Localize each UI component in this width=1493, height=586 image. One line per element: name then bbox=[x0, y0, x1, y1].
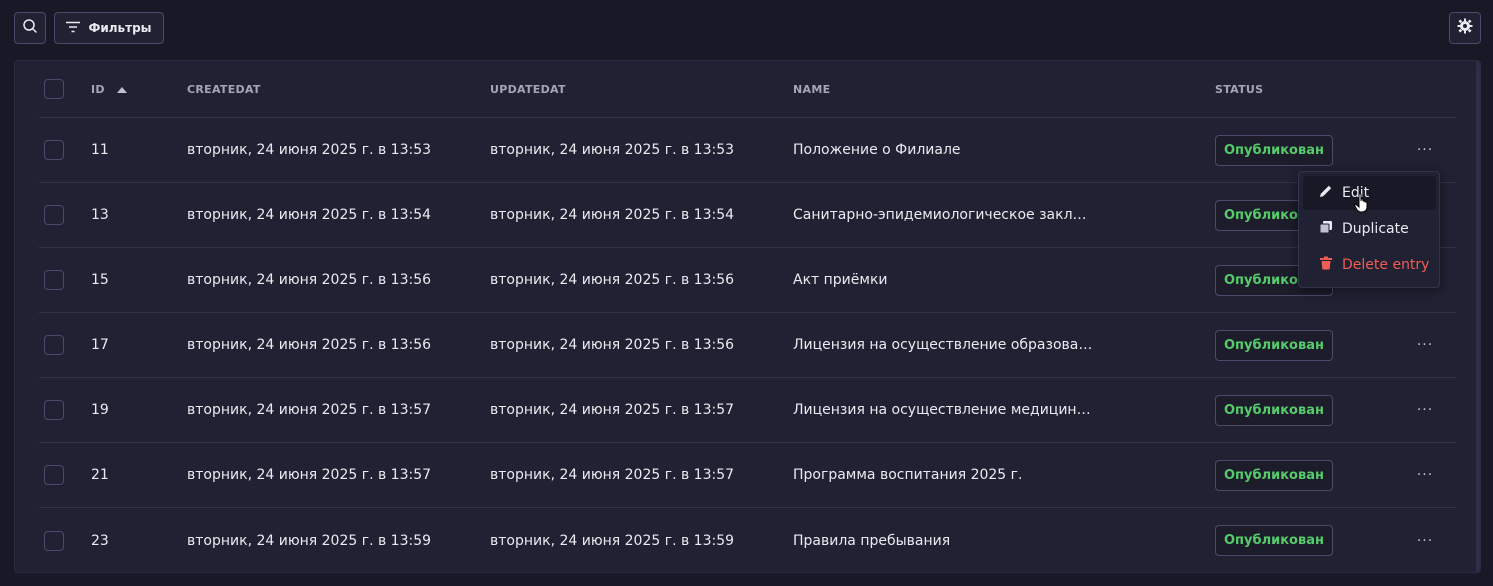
select-all-checkbox[interactable] bbox=[44, 79, 64, 99]
row-checkbox[interactable] bbox=[44, 140, 64, 160]
more-actions-button[interactable]: ··· bbox=[1415, 531, 1435, 551]
table-row[interactable]: 13 вторник, 24 июня 2025 г. в 13:54 вторни… bbox=[39, 183, 1456, 248]
status-badge: Опубликован bbox=[1215, 329, 1333, 361]
toolbar: Фильтры bbox=[0, 0, 1493, 60]
cell-createdat: вторник, 24 июня 2025 г. в 13:57 bbox=[187, 402, 432, 418]
cell-updatedat: вторник, 24 июня 2025 г. в 13:57 bbox=[490, 467, 735, 483]
cell-name: Положение о Филиале bbox=[793, 142, 961, 158]
duplicate-menu-item[interactable]: Duplicate bbox=[1303, 212, 1436, 246]
table-row[interactable]: 19 вторник, 24 июня 2025 г. в 13:57 вторни… bbox=[39, 378, 1456, 443]
row-checkbox[interactable] bbox=[44, 530, 64, 551]
filters-button[interactable]: Фильтры bbox=[54, 12, 164, 44]
cell-name: Акт приёмки bbox=[793, 272, 888, 288]
cell-name: Санитарно-эпидемиологическое заключен… bbox=[793, 207, 1093, 223]
cell-id: 17 bbox=[91, 337, 109, 353]
cell-id: 15 bbox=[91, 272, 109, 288]
row-checkbox[interactable] bbox=[44, 205, 64, 225]
cell-createdat: вторник, 24 июня 2025 г. в 13:56 bbox=[187, 272, 432, 288]
table-row[interactable]: 11 вторник, 24 июня 2025 г. в 13:53 вторни… bbox=[39, 118, 1456, 183]
more-actions-button[interactable]: ··· bbox=[1415, 400, 1435, 420]
settings-button[interactable] bbox=[1449, 12, 1481, 44]
entries-table: ID CREATEDAT UPDATEDAT NAME STATUS 11 вто… bbox=[14, 60, 1481, 573]
cell-createdat: вторник, 24 июня 2025 г. в 13:56 bbox=[187, 337, 432, 353]
cell-name: Лицензия на осуществление медицинской д… bbox=[793, 402, 1093, 418]
search-icon bbox=[22, 18, 38, 38]
cell-updatedat: вторник, 24 июня 2025 г. в 13:59 bbox=[490, 532, 735, 549]
cell-updatedat: вторник, 24 июня 2025 г. в 13:56 bbox=[490, 272, 735, 288]
more-actions-button[interactable]: ··· bbox=[1415, 140, 1435, 160]
duplicate-icon bbox=[1319, 220, 1333, 238]
cell-id: 23 bbox=[91, 532, 109, 549]
pencil-icon bbox=[1319, 184, 1333, 202]
delete-entry-menu-item[interactable]: Delete entry bbox=[1303, 248, 1436, 282]
column-header-updatedat[interactable]: UPDATEDAT bbox=[490, 83, 780, 96]
cell-createdat: вторник, 24 июня 2025 г. в 13:53 bbox=[187, 142, 432, 158]
column-header-id[interactable]: ID bbox=[91, 83, 127, 96]
more-actions-button[interactable]: ··· bbox=[1415, 465, 1435, 485]
row-checkbox[interactable] bbox=[44, 335, 64, 355]
cell-name: Правила пребывания bbox=[793, 532, 951, 549]
cell-createdat: вторник, 24 июня 2025 г. в 13:57 bbox=[187, 467, 432, 483]
row-checkbox[interactable] bbox=[44, 270, 64, 290]
status-badge: Опубликован bbox=[1215, 459, 1333, 491]
cell-name: Программа воспитания 2025 г. bbox=[793, 467, 1023, 483]
cell-id: 21 bbox=[91, 467, 109, 483]
row-checkbox[interactable] bbox=[44, 465, 64, 485]
cell-id: 13 bbox=[91, 207, 109, 223]
cell-id: 19 bbox=[91, 402, 109, 418]
cell-updatedat: вторник, 24 июня 2025 г. в 13:53 bbox=[490, 142, 735, 158]
column-header-createdat[interactable]: CREATEDAT bbox=[187, 83, 477, 96]
cell-id: 11 bbox=[91, 142, 109, 158]
table-row[interactable]: 23 вторник, 24 июня 2025 г. в 13:59 вторни… bbox=[39, 508, 1456, 573]
cell-createdat: вторник, 24 июня 2025 г. в 13:59 bbox=[187, 532, 432, 549]
caret-up-icon bbox=[116, 83, 127, 96]
table-row[interactable]: 21 вторник, 24 июня 2025 г. в 13:57 вторни… bbox=[39, 443, 1456, 508]
status-badge: Опубликован bbox=[1215, 394, 1333, 426]
table-header-row: ID CREATEDAT UPDATEDAT NAME STATUS bbox=[39, 61, 1456, 118]
cell-updatedat: вторник, 24 июня 2025 г. в 13:56 bbox=[490, 337, 735, 353]
trash-icon bbox=[1319, 256, 1333, 274]
column-header-name[interactable]: NAME bbox=[793, 83, 1093, 96]
status-badge: Опубликован bbox=[1215, 134, 1333, 166]
more-actions-button[interactable]: ··· bbox=[1415, 335, 1435, 355]
row-checkbox[interactable] bbox=[44, 400, 64, 420]
column-header-status[interactable]: STATUS bbox=[1215, 83, 1263, 96]
filters-label: Фильтры bbox=[88, 21, 152, 35]
gear-icon bbox=[1457, 18, 1473, 38]
table-row[interactable]: 15 вторник, 24 июня 2025 г. в 13:56 вторни… bbox=[39, 248, 1456, 313]
row-context-menu: Edit Duplicate Delete entry bbox=[1298, 171, 1440, 288]
cell-createdat: вторник, 24 июня 2025 г. в 13:54 bbox=[187, 207, 432, 223]
status-badge: Опубликован bbox=[1215, 525, 1333, 556]
hand-cursor-icon bbox=[1354, 193, 1370, 217]
table-scrollbar[interactable] bbox=[1476, 61, 1480, 572]
search-button[interactable] bbox=[14, 12, 46, 44]
cell-updatedat: вторник, 24 июня 2025 г. в 13:54 bbox=[490, 207, 735, 223]
table-row[interactable]: 17 вторник, 24 июня 2025 г. в 13:56 вторни… bbox=[39, 313, 1456, 378]
cell-name: Лицензия на осуществление образовательн… bbox=[793, 337, 1093, 353]
cell-updatedat: вторник, 24 июня 2025 г. в 13:57 bbox=[490, 402, 735, 418]
filter-icon bbox=[66, 21, 81, 36]
